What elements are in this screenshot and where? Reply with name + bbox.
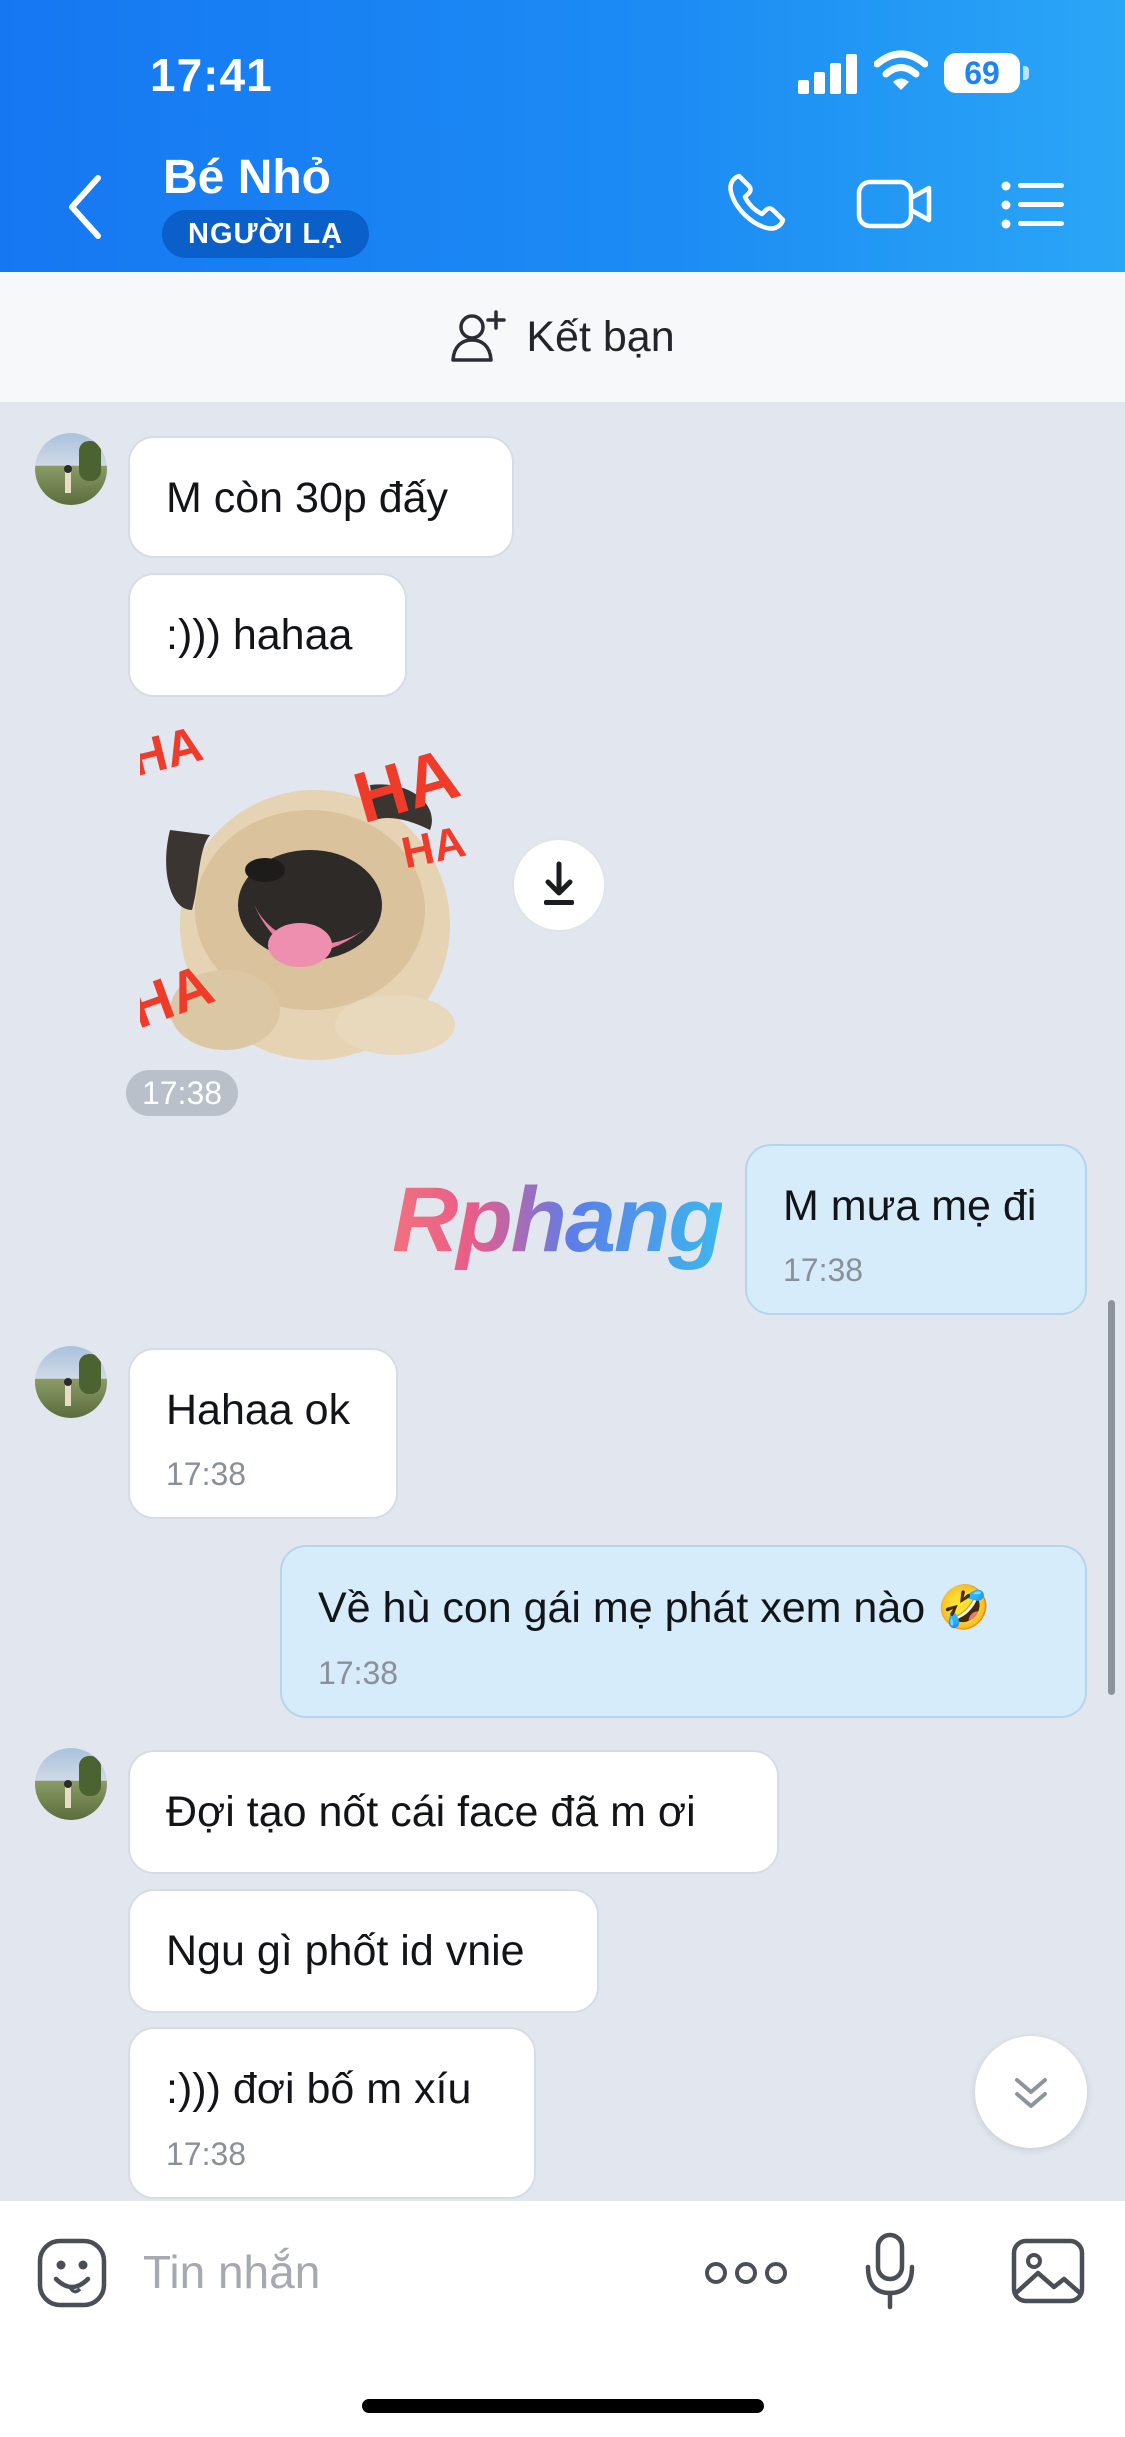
chevron-left-icon[interactable] (60, 172, 112, 242)
pug-laughing-sticker[interactable]: HA HA HA HA (140, 710, 480, 1060)
message-text: Đợi tạo nốt cái face đã m ơi (166, 1788, 696, 1836)
battery-indicator: 69 (944, 53, 1020, 93)
more-dots-icon[interactable] (704, 2257, 788, 2289)
message-text: M mưa mẹ đi (783, 1182, 1037, 1230)
chat-header: 17:41 69 Bé Nhỏ NGƯỜI LẠ (0, 0, 1125, 272)
stranger-badge: NGƯỜI LẠ (162, 210, 370, 258)
message-bubble[interactable]: Ngu gì phốt id vnie (128, 1889, 599, 2013)
message-bubble[interactable]: Đợi tạo nốt cái face đã m ơi (128, 1750, 779, 1874)
image-icon[interactable] (1010, 2237, 1086, 2305)
signal-icon (798, 54, 858, 94)
message-bubble-outgoing[interactable]: M mưa mẹ đi 17:38 (745, 1144, 1087, 1315)
message-bubble-outgoing[interactable]: Về hù con gái mẹ phát xem nào 🤣 17:38 (280, 1545, 1087, 1718)
double-chevron-down-icon (1015, 2078, 1047, 2108)
message-text: M còn 30p đấy (166, 474, 449, 522)
message-text: :))) hahaa (166, 611, 353, 659)
sticker-text: HA (140, 715, 208, 787)
message-time: 17:38 (166, 1456, 247, 1492)
sticker-timestamp: 17:38 (126, 1070, 238, 1116)
message-input[interactable]: Tin nhắn (143, 2245, 320, 2299)
download-button[interactable] (512, 838, 606, 932)
add-friend-bar[interactable]: Kết bạn (0, 272, 1125, 402)
message-time: 17:38 (318, 1655, 399, 1691)
list-menu-icon[interactable] (1000, 180, 1066, 230)
avatar[interactable] (35, 1346, 107, 1418)
add-user-icon (451, 310, 507, 362)
message-bubble[interactable]: M còn 30p đấy (128, 436, 514, 558)
message-text: Hahaa ok (166, 1386, 351, 1434)
watermark-logo: Rphang (392, 1169, 724, 1271)
download-icon (544, 861, 574, 905)
wifi-icon (874, 50, 928, 90)
home-indicator (362, 2399, 764, 2413)
add-friend-label: Kết bạn (526, 312, 675, 361)
avatar[interactable] (35, 433, 107, 505)
avatar[interactable] (35, 1748, 107, 1820)
phone-icon[interactable] (725, 170, 789, 234)
message-text: :))) đơi bố m xíu (166, 2065, 472, 2113)
message-bubble[interactable]: :))) hahaa (128, 573, 407, 697)
message-text: Ngu gì phốt id vnie (166, 1927, 525, 1975)
battery-cap (1023, 66, 1029, 80)
message-time: 17:38 (783, 1252, 864, 1288)
status-time: 17:41 (150, 49, 273, 101)
message-time: 17:38 (166, 2136, 247, 2172)
emoji-icon[interactable] (36, 2237, 108, 2309)
scroll-down-button[interactable] (975, 2036, 1087, 2148)
message-bubble[interactable]: Hahaa ok 17:38 (128, 1348, 398, 1519)
message-text: Về hù con gái mẹ phát xem nào 🤣 (318, 1584, 991, 1632)
microphone-icon[interactable] (864, 2231, 916, 2311)
scrollbar[interactable] (1108, 1300, 1115, 1695)
video-camera-icon[interactable] (855, 176, 935, 232)
contact-name[interactable]: Bé Nhỏ (163, 150, 331, 205)
message-bubble[interactable]: :))) đơi bố m xíu 17:38 (128, 2027, 536, 2199)
